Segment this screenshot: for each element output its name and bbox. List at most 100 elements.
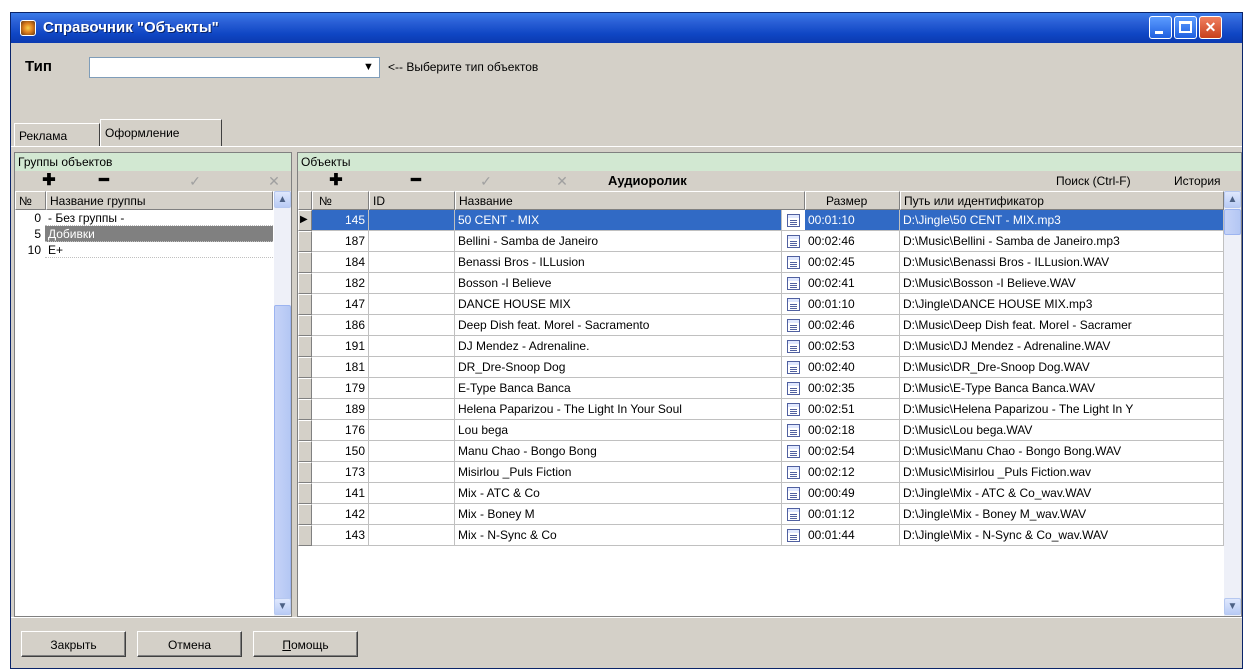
properties-icon[interactable]	[787, 340, 800, 353]
cell-size: 00:02:35	[805, 378, 900, 399]
tab-design[interactable]: Оформление	[100, 119, 222, 146]
properties-icon[interactable]	[787, 466, 800, 479]
table-row[interactable]: 189 Helena Paparizou - The Light In Your …	[298, 399, 1224, 420]
maximize-button[interactable]	[1174, 16, 1197, 39]
cell-name: Bosson -I Believe	[455, 273, 782, 294]
groups-col-name[interactable]: Название группы	[46, 191, 273, 210]
minimize-button[interactable]	[1149, 16, 1172, 39]
row-indicator	[298, 483, 312, 504]
objects-col-num[interactable]: №	[312, 191, 369, 210]
objects-col-name[interactable]: Название	[455, 191, 805, 210]
cell-id	[369, 252, 455, 273]
cell-path: D:\Music\Bosson -I Believe.WAV	[900, 273, 1224, 294]
table-row[interactable]: 182 Bosson -I Believe 00:02:41 D:\Music\Bos…	[298, 273, 1224, 294]
row-indicator	[298, 399, 312, 420]
search-button[interactable]: Поиск (Ctrl-F)	[1056, 174, 1131, 188]
properties-icon[interactable]	[787, 319, 800, 332]
cell-icon	[782, 504, 805, 525]
table-row[interactable]: 184 Benassi Bros - ILLusion 00:02:45 D:\Mus…	[298, 252, 1224, 273]
cell-num: 142	[312, 504, 369, 525]
properties-icon[interactable]	[787, 256, 800, 269]
groups-scrollbar[interactable]: ▲ ▼	[274, 191, 291, 616]
cancel-object-x-icon[interactable]: ✕	[550, 172, 574, 190]
add-object-plus-icon[interactable]: ✚	[324, 172, 348, 190]
confirm-object-check-icon[interactable]: ✓	[474, 172, 498, 190]
cell-path: D:\Music\Deep Dish feat. Morel - Sacrame…	[900, 315, 1224, 336]
table-row[interactable]: 191 DJ Mendez - Adrenaline. 00:02:53 D:\Mus…	[298, 336, 1224, 357]
properties-icon[interactable]	[787, 277, 800, 290]
table-row[interactable]: 179 E-Type Banca Banca 00:02:35 D:\Music\E-…	[298, 378, 1224, 399]
properties-icon[interactable]	[787, 424, 800, 437]
table-row[interactable]: 142 Mix - Boney M 00:01:12 D:\Jingle\Mix - …	[298, 504, 1224, 525]
table-row[interactable]: 186 Deep Dish feat. Morel - Sacramento 00:…	[298, 315, 1224, 336]
cell-size: 00:02:41	[805, 273, 900, 294]
objects-col-id[interactable]: ID	[369, 191, 455, 210]
cell-num: 141	[312, 483, 369, 504]
table-row[interactable]: 187 Bellini - Samba de Janeiro 00:02:46 D:\…	[298, 231, 1224, 252]
group-row[interactable]: 0 - Без группы -	[15, 210, 273, 226]
properties-icon[interactable]	[787, 529, 800, 542]
groups-col-num[interactable]: №	[15, 191, 46, 210]
scroll-down-icon[interactable]: ▼	[1224, 598, 1241, 615]
cell-path: D:\Jingle\DANCE HOUSE MIX.mp3	[900, 294, 1224, 315]
scroll-thumb[interactable]	[1224, 209, 1241, 235]
table-row[interactable]: 173 Misirlou _Puls Fiction 00:02:12 D:\Musi…	[298, 462, 1224, 483]
row-indicator	[298, 525, 312, 546]
properties-icon[interactable]	[787, 487, 800, 500]
table-row[interactable]: 141 Mix - ATC & Co 00:00:49 D:\Jingle\Mix -…	[298, 483, 1224, 504]
cell-id	[369, 504, 455, 525]
cancel-group-x-icon[interactable]: ✕	[262, 172, 286, 190]
scroll-thumb[interactable]	[274, 305, 291, 603]
table-row[interactable]: 176 Lou bega 00:02:18 D:\Music\Lou bega.WAV	[298, 420, 1224, 441]
objects-scrollbar[interactable]: ▲ ▼	[1224, 191, 1241, 616]
add-group-plus-icon[interactable]: ✚	[37, 172, 61, 190]
objects-col-size[interactable]: Размер	[805, 191, 900, 210]
type-select[interactable]: ▼	[89, 57, 380, 78]
properties-icon[interactable]	[787, 214, 800, 227]
cell-size: 00:01:10	[805, 210, 900, 231]
properties-icon[interactable]	[787, 361, 800, 374]
cell-name: Mix - ATC & Co	[455, 483, 782, 504]
cell-icon	[782, 231, 805, 252]
confirm-group-check-icon[interactable]: ✓	[183, 172, 207, 190]
tab-advertising[interactable]: Реклама	[14, 123, 100, 146]
scroll-up-icon[interactable]: ▲	[274, 191, 291, 208]
row-indicator	[298, 252, 312, 273]
close-button[interactable]: Закрыть	[21, 631, 126, 657]
objects-col-path[interactable]: Путь или идентификатор	[900, 191, 1224, 210]
cell-num: 147	[312, 294, 369, 315]
row-indicator	[298, 504, 312, 525]
properties-icon[interactable]	[787, 508, 800, 521]
remove-object-minus-icon[interactable]: ━	[404, 172, 428, 190]
close-window-button[interactable]: ✕	[1199, 16, 1222, 39]
properties-icon[interactable]	[787, 445, 800, 458]
group-name: E+	[45, 242, 273, 258]
table-row[interactable]: ▶ 145 50 CENT - MIX 00:01:10 D:\Jingle\50 CE…	[298, 210, 1224, 231]
properties-icon[interactable]	[787, 298, 800, 311]
properties-icon[interactable]	[787, 235, 800, 248]
table-row[interactable]: 181 DR_Dre-Snoop Dog 00:02:40 D:\Music\DR_D…	[298, 357, 1224, 378]
title-bar[interactable]: Справочник "Объекты" ✕	[11, 13, 1242, 43]
cell-path: D:\Jingle\Mix - ATC & Co_wav.WAV	[900, 483, 1224, 504]
objects-col-indicator	[298, 191, 312, 210]
scroll-down-icon[interactable]: ▼	[274, 598, 291, 615]
cell-num: 184	[312, 252, 369, 273]
row-indicator	[298, 420, 312, 441]
remove-group-minus-icon[interactable]: ━	[92, 172, 116, 190]
cell-icon	[782, 294, 805, 315]
type-row: Тип ▼ <-- Выберите тип объектов	[11, 43, 1242, 89]
table-row[interactable]: 143 Mix - N-Sync & Co 00:01:44 D:\Jingle\Mi…	[298, 525, 1224, 546]
cell-name: E-Type Banca Banca	[455, 378, 782, 399]
properties-icon[interactable]	[787, 382, 800, 395]
dropdown-arrow-icon[interactable]: ▼	[360, 60, 377, 75]
properties-icon[interactable]	[787, 403, 800, 416]
help-button[interactable]: Помощь	[253, 631, 358, 657]
table-row[interactable]: 150 Manu Chao - Bongo Bong 00:02:54 D:\Musi…	[298, 441, 1224, 462]
group-row[interactable]: 10 E+	[15, 242, 273, 258]
cell-icon	[782, 273, 805, 294]
scroll-up-icon[interactable]: ▲	[1224, 191, 1241, 208]
table-row[interactable]: 147 DANCE HOUSE MIX 00:01:10 D:\Jingle\DANC…	[298, 294, 1224, 315]
cancel-button[interactable]: Отмена	[137, 631, 242, 657]
group-row[interactable]: 5 Добивки	[15, 226, 273, 242]
history-button[interactable]: История	[1174, 174, 1221, 188]
